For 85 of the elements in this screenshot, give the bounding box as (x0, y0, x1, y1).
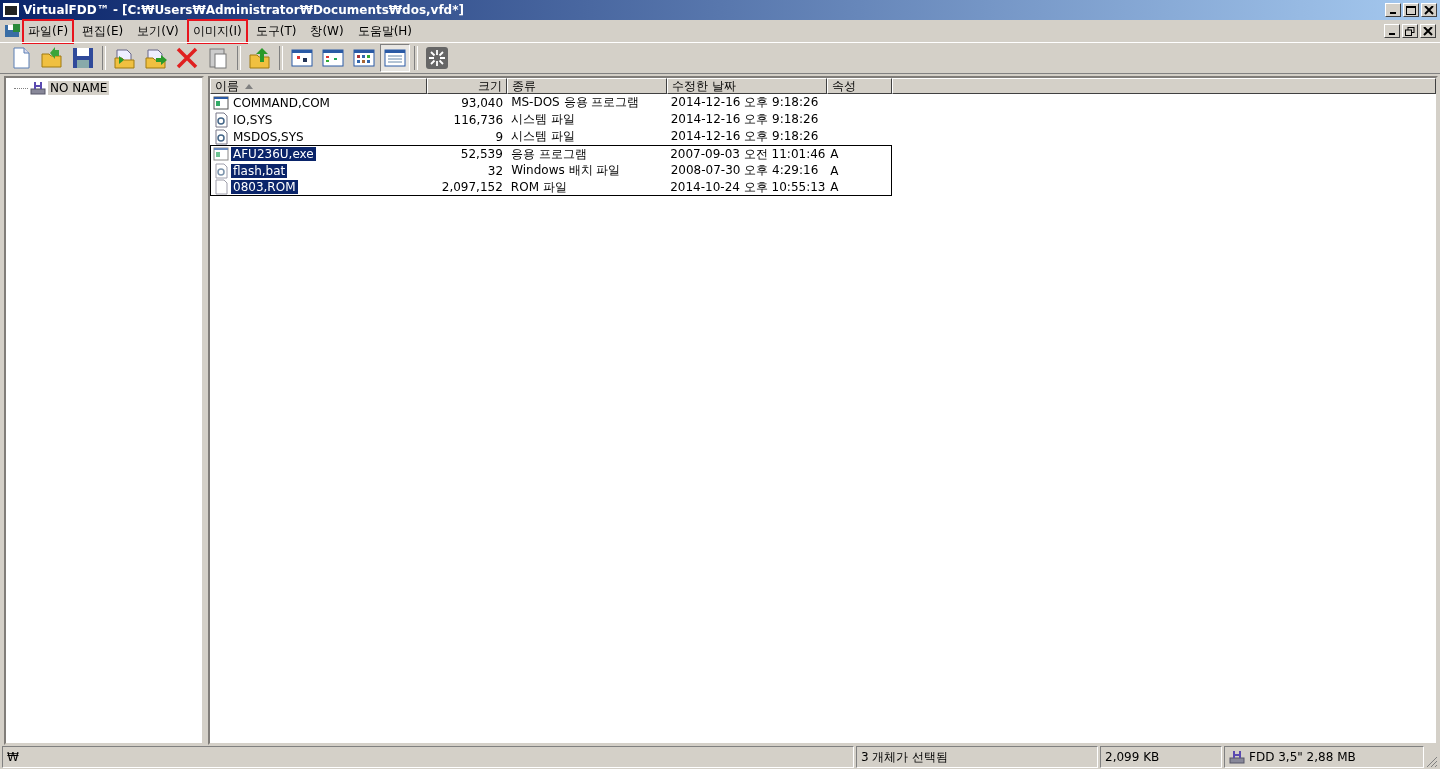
window-icon (290, 46, 314, 70)
clipboard-icon (206, 46, 230, 70)
file-name[interactable]: MSDOS,SYS (231, 129, 306, 144)
status-panel: 2,099 KB (1100, 746, 1222, 768)
window-icon (383, 46, 407, 70)
menu-item[interactable]: 도움말(H) (351, 18, 419, 44)
app-icon (3, 3, 19, 17)
restore-icon (1405, 26, 1415, 36)
drive-icon (30, 80, 46, 96)
column-header[interactable]: 수정한 날짜 (667, 78, 827, 94)
window-icon (321, 46, 345, 70)
menu-item[interactable]: 파일(F) (22, 18, 75, 44)
folder-import-icon (113, 46, 137, 70)
tree-item[interactable]: NO NAME (48, 81, 110, 95)
table-cell-text: A (829, 163, 840, 178)
file-icon (213, 111, 229, 128)
disk-label: FDD 3,5" 2,88 MB (1249, 750, 1356, 764)
drive-icon (1229, 749, 1245, 765)
file-name[interactable]: flash,bat (231, 163, 288, 178)
menu-item[interactable]: 편집(E) (76, 18, 130, 44)
close-icon (1424, 5, 1434, 15)
column-label: 수정한 날짜 (672, 77, 736, 95)
table-cell-text: A (829, 180, 840, 194)
window-button[interactable] (380, 44, 410, 72)
folder-up-icon (248, 46, 272, 70)
menu-item[interactable]: 보기(V) (131, 18, 185, 44)
column-label: 이름 (215, 77, 239, 95)
window-title: VirtualFDD™ - [C:₩Users₩Administrator₩Documents₩dos,vfd*] (23, 3, 465, 17)
minimize-button[interactable] (1385, 3, 1401, 17)
delete-icon (175, 46, 199, 70)
maximize-button[interactable] (1403, 3, 1419, 17)
restore-button[interactable] (1402, 24, 1418, 38)
table-cell-text: 32 (486, 163, 505, 178)
starburst-icon (425, 46, 449, 70)
file-icon (213, 162, 229, 179)
table-cell-text: 52,539 (459, 147, 504, 161)
maximize-icon (1406, 5, 1416, 15)
floppy-icon (4, 24, 20, 38)
table-cell-text: 2007-09-03 오전 11:01:46 (669, 145, 827, 163)
status-panel: ₩ (2, 746, 854, 768)
column-label: 속성 (832, 77, 856, 95)
file-icon (213, 179, 229, 195)
table-cell-text: Windows 배치 파일 (510, 162, 622, 179)
status-panel: 3 개체가 선택됨 (856, 746, 1098, 768)
table-cell-text: 2008-07-30 오후 4:29:16 (669, 162, 820, 179)
table-cell-text: 2014-10-24 오후 10:55:13 (669, 178, 827, 196)
close-button[interactable] (1420, 24, 1436, 38)
folder-arrow-icon (40, 46, 64, 70)
minimize-button[interactable] (1384, 24, 1400, 38)
file-name[interactable]: COMMAND,COM (231, 95, 332, 110)
table-cell-text: ROM 파일 (509, 178, 568, 196)
table-cell-text: 시스템 파일 (510, 111, 576, 128)
column-label: 종류 (512, 77, 536, 95)
column-header[interactable]: 속성 (827, 78, 892, 94)
close-icon (1423, 26, 1433, 36)
window-icon (352, 46, 376, 70)
table-cell-text: A (829, 147, 840, 161)
table-cell-text: 9 (494, 129, 505, 144)
resize-grip-icon[interactable] (1426, 756, 1438, 768)
table-cell-text: 2014-12-16 오후 9:18:26 (669, 128, 820, 145)
table-cell-text: 2,097,152 (440, 180, 504, 194)
table-cell-text: 2014-12-16 오후 9:18:26 (669, 111, 820, 128)
column-header[interactable]: 크기 (427, 78, 507, 94)
close-button[interactable] (1421, 3, 1437, 17)
menu-item[interactable]: 이미지(I) (186, 18, 248, 44)
column-header[interactable]: 이름 (210, 78, 427, 94)
file-icon (213, 128, 229, 145)
table-cell-text: 93,040 (460, 95, 505, 110)
table-cell-text: 시스템 파일 (510, 128, 576, 145)
table-cell-text: 116,736 (452, 112, 505, 127)
folder-export-icon (144, 46, 168, 70)
menu-item[interactable]: 창(W) (304, 18, 350, 44)
column-header[interactable]: 종류 (507, 78, 667, 94)
file-icon (213, 146, 229, 162)
minimize-icon (1390, 12, 1396, 14)
file-icon (213, 94, 229, 111)
file-name[interactable]: AFU236U,exe (231, 147, 316, 161)
minimize-icon (1389, 33, 1395, 35)
table-cell-text: 2014-12-16 오후 9:18:26 (669, 94, 820, 111)
file-name[interactable]: IO,SYS (231, 112, 275, 127)
menu-item[interactable]: 도구(T) (249, 18, 303, 44)
file-name[interactable]: 0803,ROM (231, 180, 298, 194)
column-label: 크기 (478, 77, 502, 95)
table-cell-text: MS-DOS 응용 프로그램 (510, 94, 641, 111)
table-cell-text: 응용 프로그램 (509, 145, 588, 163)
